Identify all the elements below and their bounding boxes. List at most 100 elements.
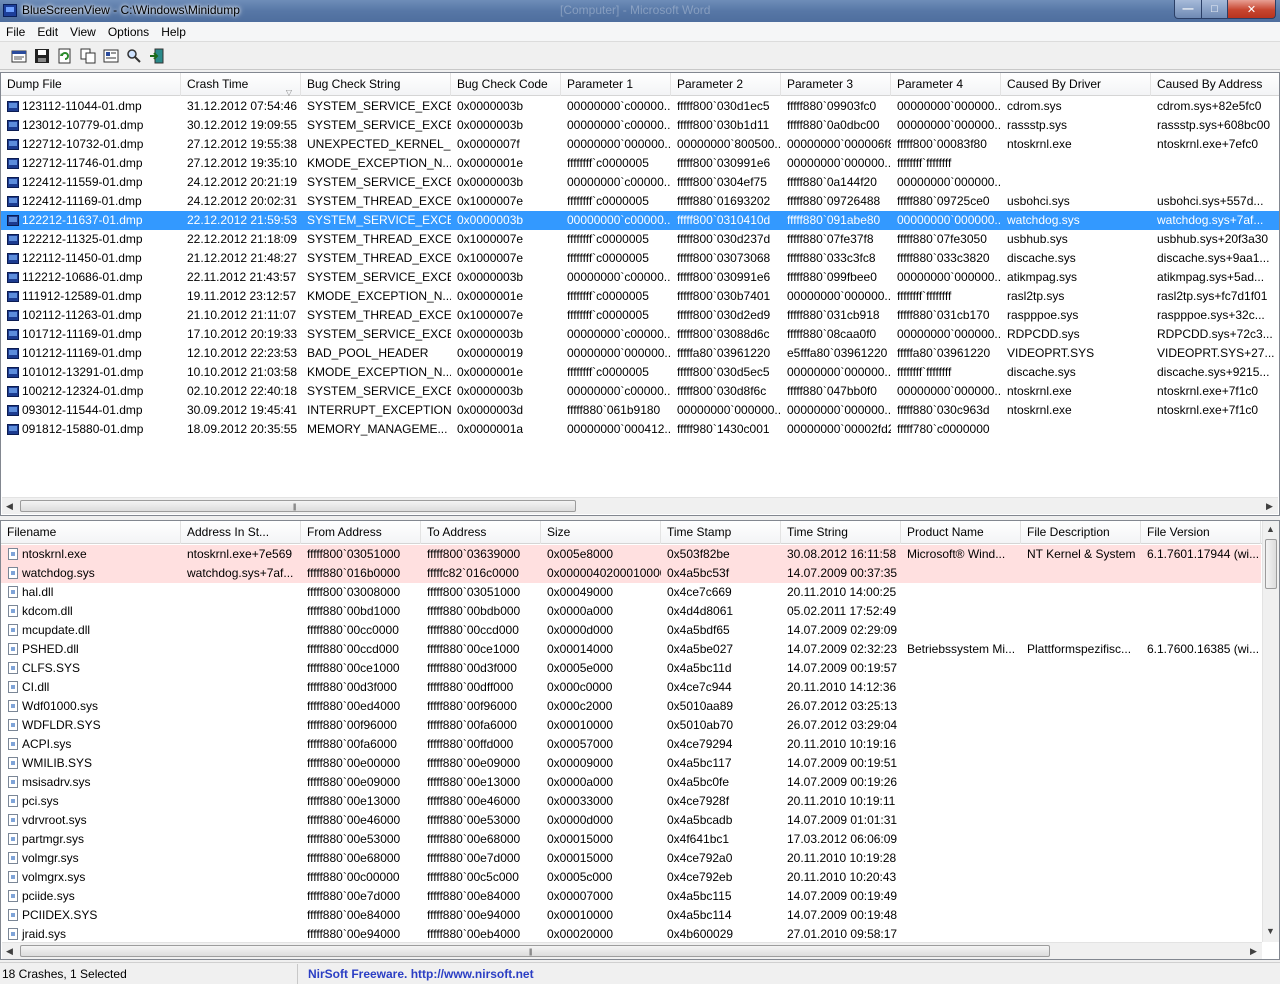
driver-list[interactable]: Filename Address In St... From Address To A… — [0, 520, 1280, 960]
crash-row[interactable]: 122412-11559-01.dmp 24.12.2012 20:21:19 SY… — [1, 173, 1279, 192]
driver-cell: ntoskrnl.exe — [1, 545, 181, 564]
exit-button[interactable] — [147, 47, 166, 66]
maximize-button[interactable]: □ — [1201, 0, 1228, 19]
properties-button[interactable] — [101, 47, 120, 66]
menu-options[interactable]: Options — [102, 25, 155, 39]
scroll-up-icon[interactable]: ▲ — [1266, 524, 1275, 534]
crash-list[interactable]: Dump File Crash Time ▽ Bug Check String Bug … — [0, 72, 1280, 516]
driver-row[interactable]: vdrvroot.sys fffff880`00e46000 fffff880`00… — [1, 811, 1261, 830]
scroll-down-icon[interactable]: ▼ — [1266, 926, 1275, 936]
crash-list-col-header[interactable]: Bug Check Code — [451, 73, 561, 96]
crash-row[interactable]: 122712-10732-01.dmp 27.12.2012 19:55:38 UN… — [1, 135, 1279, 154]
driver-list-hscroll-thumb[interactable]: ||| — [20, 945, 1050, 957]
scroll-right-icon[interactable]: ▶ — [1250, 946, 1257, 957]
refresh-button[interactable] — [55, 47, 74, 66]
driver-list-hscrollbar[interactable]: ◀ ||| ▶ — [2, 942, 1262, 959]
crash-row[interactable]: 122412-11169-01.dmp 24.12.2012 20:02:31 SY… — [1, 192, 1279, 211]
menu-edit[interactable]: Edit — [31, 25, 64, 39]
crash-list-hscroll-thumb[interactable]: ||| — [20, 500, 576, 512]
driver-cell: PCIIDEX.SYS — [1, 906, 181, 925]
menu-help[interactable]: Help — [155, 25, 192, 39]
driver-row[interactable]: volmgrx.sys fffff880`00c00000 fffff880`00c… — [1, 868, 1261, 887]
nirsoft-link[interactable]: NirSoft Freeware. http://www.nirsoft.net — [298, 967, 534, 981]
crash-list-hscrollbar[interactable]: ◀ ||| ▶ — [2, 497, 1278, 514]
driver-list-col-header[interactable]: Address In St... — [181, 521, 301, 544]
driver-list-col-header[interactable]: Time String — [781, 521, 901, 544]
minimize-button[interactable]: — — [1174, 0, 1202, 19]
driver-list-col-header[interactable]: Filename — [1, 521, 181, 544]
crash-list-col-header[interactable]: Bug Check String — [301, 73, 451, 96]
driver-list-col-header[interactable]: To Address — [421, 521, 541, 544]
driver-row[interactable]: mcupdate.dll fffff880`00cc0000 fffff880`00… — [1, 621, 1261, 640]
crash-row[interactable]: 111912-12589-01.dmp 19.11.2012 23:12:57 KM… — [1, 287, 1279, 306]
driver-row[interactable]: watchdog.sys watchdog.sys+7af... fffff880`… — [1, 564, 1261, 583]
driver-list-vscrollbar[interactable]: ▲ ▼ — [1262, 521, 1279, 942]
crash-row[interactable]: 123012-10779-01.dmp 30.12.2012 19:09:55 SY… — [1, 116, 1279, 135]
menu-view[interactable]: View — [64, 25, 102, 39]
crash-row[interactable]: 101212-11169-01.dmp 12.10.2012 22:23:53 BA… — [1, 344, 1279, 363]
crash-list-col-header[interactable]: Parameter 2 — [671, 73, 781, 96]
driver-list-col-header[interactable]: File Description — [1021, 521, 1141, 544]
crash-row[interactable]: 102112-11263-01.dmp 21.10.2012 21:11:07 SY… — [1, 306, 1279, 325]
driver-row[interactable]: kdcom.dll fffff880`00bd1000 fffff880`00bdb… — [1, 602, 1261, 621]
menu-file[interactable]: File — [0, 25, 31, 39]
crash-cell: SYSTEM_SERVICE_EXCE... — [307, 118, 451, 132]
driver-row[interactable]: PSHED.dll fffff880`00ccd000 fffff880`00ce1… — [1, 640, 1261, 659]
crash-list-col-header[interactable]: Caused By Address — [1151, 73, 1279, 96]
driver-file-icon — [8, 567, 18, 579]
driver-list-col-header[interactable]: File Version — [1141, 521, 1261, 544]
crash-list-col-header[interactable]: Dump File — [1, 73, 181, 96]
crash-row[interactable]: 112212-10686-01.dmp 22.11.2012 21:43:57 SY… — [1, 268, 1279, 287]
crash-list-col-header[interactable]: Parameter 3 — [781, 73, 891, 96]
crash-row[interactable]: 091812-15880-01.dmp 18.09.2012 20:35:55 ME… — [1, 420, 1279, 439]
crash-cell: fffff880`031cb170 — [897, 308, 990, 322]
driver-cell: fffff880`00dff000 — [427, 680, 514, 694]
driver-list-col-header[interactable]: Product Name — [901, 521, 1021, 544]
crash-row[interactable]: 122212-11637-01.dmp 22.12.2012 21:59:53 SY… — [1, 211, 1279, 230]
driver-cell: ACPI.sys — [1, 735, 181, 754]
driver-row[interactable]: msisadrv.sys fffff880`00e09000 fffff880`00… — [1, 773, 1261, 792]
crash-list-col-header[interactable]: Crash Time ▽ — [181, 73, 301, 96]
scroll-right-icon[interactable]: ▶ — [1266, 501, 1273, 512]
close-button[interactable]: ✕ — [1227, 0, 1276, 19]
crash-row[interactable]: 122112-11450-01.dmp 21.12.2012 21:48:27 SY… — [1, 249, 1279, 268]
driver-row[interactable]: partmgr.sys fffff880`00e53000 fffff880`00e… — [1, 830, 1261, 849]
crash-row[interactable]: 123112-11044-01.dmp 31.12.2012 07:54:46 SY… — [1, 97, 1279, 116]
crash-cell: 00000000`000000... — [787, 156, 891, 170]
crash-row[interactable]: 100212-12324-01.dmp 02.10.2012 22:40:18 SY… — [1, 382, 1279, 401]
save-button[interactable] — [32, 47, 51, 66]
driver-row[interactable]: ACPI.sys fffff880`00fa6000 fffff880`00ffd0… — [1, 735, 1261, 754]
scroll-left-icon[interactable]: ◀ — [6, 501, 13, 512]
crash-row[interactable]: 122212-11325-01.dmp 22.12.2012 21:18:09 SY… — [1, 230, 1279, 249]
driver-row[interactable]: pci.sys fffff880`00e13000 fffff880`00e4600… — [1, 792, 1261, 811]
copy-button[interactable] — [78, 47, 97, 66]
crash-list-col-header[interactable]: Caused By Driver — [1001, 73, 1151, 96]
driver-row[interactable]: CLFS.SYS fffff880`00ce1000 fffff880`00d3f0… — [1, 659, 1261, 678]
driver-list-col-header[interactable]: From Address — [301, 521, 421, 544]
find-button[interactable] — [124, 47, 143, 66]
driver-row[interactable]: ntoskrnl.exe ntoskrnl.exe+7e569 fffff800`0… — [1, 545, 1261, 564]
driver-row[interactable]: PCIIDEX.SYS fffff880`00e84000 fffff880`00e… — [1, 906, 1261, 925]
driver-cell: 0x4ce7c669 — [667, 585, 732, 599]
crash-row[interactable]: 101712-11169-01.dmp 17.10.2012 20:19:33 SY… — [1, 325, 1279, 344]
driver-row[interactable]: WMILIB.SYS fffff880`00e00000 fffff880`00e0… — [1, 754, 1261, 773]
driver-row[interactable]: pciide.sys fffff880`00e7d000 fffff880`00e8… — [1, 887, 1261, 906]
driver-list-col-header[interactable]: Time Stamp — [661, 521, 781, 544]
driver-row[interactable]: hal.dll fffff800`03008000 fffff800`0305100… — [1, 583, 1261, 602]
driver-row[interactable]: WDFLDR.SYS fffff880`00f96000 fffff880`00fa… — [1, 716, 1261, 735]
driver-row[interactable]: Wdf01000.sys fffff880`00ed4000 fffff880`00… — [1, 697, 1261, 716]
driver-cell: 20.11.2010 10:19:11 — [787, 794, 896, 808]
driver-row[interactable]: volmgr.sys fffff880`00e68000 fffff880`00e7… — [1, 849, 1261, 868]
driver-row[interactable]: CI.dll fffff880`00d3f000 fffff880`00dff000… — [1, 678, 1261, 697]
scroll-left-icon[interactable]: ◀ — [6, 946, 13, 957]
driver-file-icon — [8, 643, 18, 655]
crash-row[interactable]: 101012-13291-01.dmp 10.10.2012 21:03:58 KM… — [1, 363, 1279, 382]
crash-row[interactable]: 093012-11544-01.dmp 30.09.2012 19:45:41 IN… — [1, 401, 1279, 420]
driver-list-vscroll-thumb[interactable] — [1265, 539, 1277, 589]
driver-list-col-header[interactable]: Size — [541, 521, 661, 544]
dump-file-icon — [7, 139, 19, 150]
crash-row[interactable]: 122712-11746-01.dmp 27.12.2012 19:35:10 KM… — [1, 154, 1279, 173]
open-folder-button[interactable] — [9, 47, 28, 66]
crash-list-col-header[interactable]: Parameter 4 — [891, 73, 1001, 96]
crash-list-col-header[interactable]: Parameter 1 — [561, 73, 671, 96]
